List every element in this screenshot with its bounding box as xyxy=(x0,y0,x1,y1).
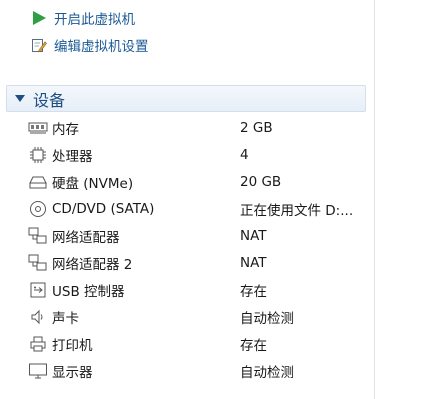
devices-section-title: 设备 xyxy=(33,90,66,110)
device-value: 4 xyxy=(240,146,249,163)
hard-disk-icon xyxy=(28,172,48,192)
usb-icon xyxy=(28,280,48,300)
panel-divider xyxy=(374,0,375,399)
device-value: 自动检测 xyxy=(240,364,294,381)
network-adapter-icon xyxy=(28,253,48,273)
network-adapter-icon xyxy=(28,226,48,246)
device-row-usb-controller[interactable]: USB 控制器 存在 xyxy=(0,276,374,303)
power-on-vm-label: 开启此虚拟机 xyxy=(54,12,135,28)
device-value: 正在使用文件 D:... xyxy=(240,202,354,219)
device-row-sound-card[interactable]: 声卡 自动检测 xyxy=(0,303,374,330)
device-row-network-adapter[interactable]: 网络适配器 NAT xyxy=(0,222,374,249)
printer-icon xyxy=(28,334,48,354)
device-name: 声卡 xyxy=(52,310,79,327)
device-name: 打印机 xyxy=(52,337,93,354)
edit-settings-icon xyxy=(30,36,48,54)
device-row-hard-disk[interactable]: 硬盘 (NVMe) 20 GB xyxy=(0,168,374,195)
device-name: 内存 xyxy=(52,121,79,138)
edit-vm-settings-link[interactable]: 编辑虚拟机设置 xyxy=(30,35,149,55)
device-value: 存在 xyxy=(240,283,267,300)
collapse-arrow-icon xyxy=(15,95,25,102)
device-name: 硬盘 (NVMe) xyxy=(52,175,134,192)
device-name: 网络适配器 xyxy=(52,229,120,246)
device-value: NAT xyxy=(240,254,267,271)
processor-icon xyxy=(28,145,48,165)
device-row-printer[interactable]: 打印机 存在 xyxy=(0,330,374,357)
device-name: 网络适配器 2 xyxy=(52,256,133,273)
device-name: CD/DVD (SATA) xyxy=(52,200,155,217)
sound-card-icon xyxy=(28,307,48,327)
device-value: NAT xyxy=(240,227,267,244)
device-row-display[interactable]: 显示器 自动检测 xyxy=(0,357,374,384)
device-list: 内存 2 GB 处理器 4 硬盘 (NVMe) 20 GB CD/DVD (SA… xyxy=(0,114,374,384)
device-value: 自动检测 xyxy=(240,310,294,327)
device-name: 处理器 xyxy=(52,148,93,165)
device-row-processor[interactable]: 处理器 4 xyxy=(0,141,374,168)
device-row-cd-dvd[interactable]: CD/DVD (SATA) 正在使用文件 D:... xyxy=(0,195,374,222)
memory-icon xyxy=(28,118,48,138)
device-row-memory[interactable]: 内存 2 GB xyxy=(0,114,374,141)
vm-details-panel: 开启此虚拟机 编辑虚拟机设置 设备 内存 2 GB 处理器 4 硬盘 (NVMe… xyxy=(0,0,374,399)
display-icon xyxy=(28,361,48,381)
device-row-network-adapter-2[interactable]: 网络适配器 2 NAT xyxy=(0,249,374,276)
device-value: 2 GB xyxy=(240,119,273,136)
edit-vm-settings-label: 编辑虚拟机设置 xyxy=(54,39,149,55)
play-icon xyxy=(30,9,48,27)
device-name: 显示器 xyxy=(52,364,93,381)
device-value: 20 GB xyxy=(240,173,282,190)
power-on-vm-link[interactable]: 开启此虚拟机 xyxy=(30,8,135,28)
device-value: 存在 xyxy=(240,337,267,354)
device-name: USB 控制器 xyxy=(52,283,125,300)
cd-dvd-icon xyxy=(28,199,48,219)
devices-section-header[interactable]: 设备 xyxy=(6,85,366,112)
